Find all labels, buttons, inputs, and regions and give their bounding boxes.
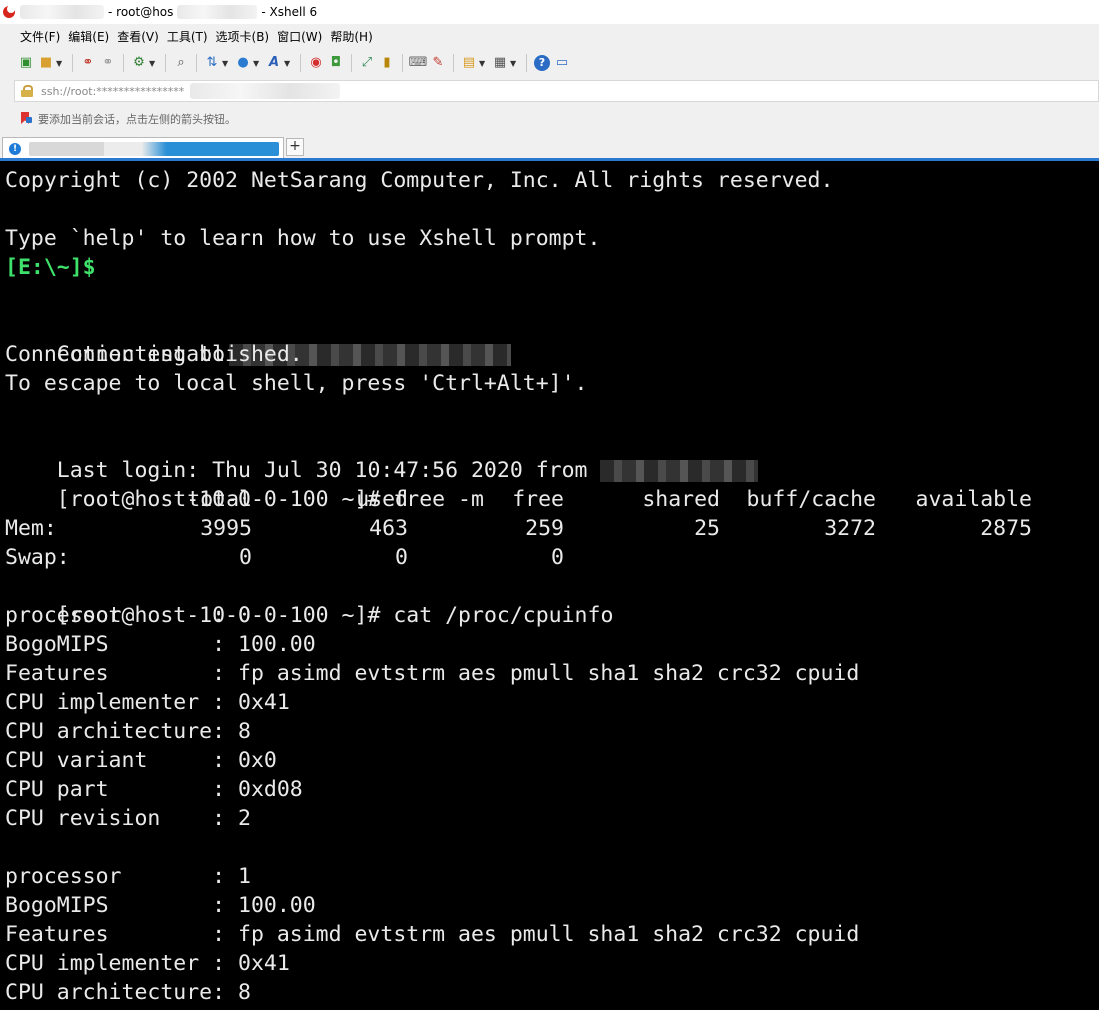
table-row: Swap: 0 0 0 xyxy=(5,543,1095,572)
tab-bar: ! + xyxy=(0,134,1099,159)
transfer-icon[interactable]: ⇅ xyxy=(204,55,220,71)
local-shell-prompt: [E:\~]$ xyxy=(5,255,96,280)
xshell-app-icon xyxy=(2,4,18,20)
cpuinfo-line: CPU revision : 2 xyxy=(5,806,251,831)
chevron-down-icon[interactable]: ▼ xyxy=(284,59,291,68)
menu-tab[interactable]: 选项卡(B) xyxy=(215,28,277,45)
help-icon[interactable]: ? xyxy=(534,55,550,71)
menu-file[interactable]: 文件(F) xyxy=(19,28,67,45)
redacted-region xyxy=(29,141,279,156)
session-hint-bar: 要添加当前会话，点击左侧的箭头按钮。 xyxy=(0,104,1099,134)
table-row: Mem: 3995 463 259 25 3272 2875 xyxy=(5,514,1095,543)
keyboard-icon[interactable]: ⌨ xyxy=(409,55,428,71)
xmanager-icon[interactable]: ◘ xyxy=(328,55,344,71)
toolbar-separator xyxy=(123,54,124,72)
menu-window[interactable]: 窗口(W) xyxy=(276,28,329,45)
toolbar: ▣ ■ ▼ ⚭ ⚭ ⚙ ▼ ⌕ ⇅ ▼ ● ▼ A ▼ ◉ ◘ ⤢ ▮ ⌨ ✎ … xyxy=(0,48,1099,78)
menu-bar: 文件(F) 编辑(E) 查看(V) 工具(T) 选项卡(B) 窗口(W) 帮助(… xyxy=(0,24,1099,48)
fullscreen-icon[interactable]: ⤢ xyxy=(359,55,375,71)
chevron-down-icon[interactable]: ▼ xyxy=(479,59,486,68)
cpuinfo-line: BogoMIPS : 100.00 xyxy=(5,632,316,657)
menu-help[interactable]: 帮助(H) xyxy=(329,28,379,45)
toolbar-separator xyxy=(72,54,73,72)
terminal-line: [root@host-10-0-0-100 ~]# cat /proc/cpui… xyxy=(5,572,614,628)
chevron-down-icon[interactable]: ▼ xyxy=(253,59,260,68)
compose-icon[interactable]: ▤ xyxy=(461,55,477,71)
redacted-region xyxy=(190,83,341,99)
add-session-arrow-icon[interactable] xyxy=(20,112,32,126)
cpuinfo-line: processor : 1 xyxy=(5,864,251,889)
cpuinfo-line: BogoMIPS : 100.00 xyxy=(5,893,316,918)
chevron-down-icon[interactable]: ▼ xyxy=(149,59,156,68)
terminal-line: [root@host-10-0-0-100 ~]# free -m xyxy=(5,456,484,512)
cpuinfo-line: CPU implementer : 0x41 xyxy=(5,690,290,715)
font-icon[interactable]: A xyxy=(266,55,282,71)
toolbar-separator xyxy=(165,54,166,72)
tab-status-icon: ! xyxy=(9,142,21,155)
cpuinfo-line: CPU architecture: 8 xyxy=(5,719,251,744)
chevron-down-icon[interactable]: ▼ xyxy=(56,59,63,68)
terminal-line: Last login: Thu Jul 30 10:47:56 2020 fro… xyxy=(5,427,758,483)
table-cell: 2875 xyxy=(980,516,1032,541)
chevron-down-icon[interactable]: ▼ xyxy=(510,59,517,68)
toolbar-separator xyxy=(196,54,197,72)
new-session-icon[interactable]: ▣ xyxy=(18,55,34,71)
window-title-session: - root@hos xyxy=(108,5,174,19)
address-input[interactable]: ssh://root:**************** xyxy=(14,80,1099,102)
command-text: cat /proc/cpuinfo xyxy=(380,603,614,628)
table-cell: 0 xyxy=(551,545,564,570)
lock-icon[interactable]: ▮ xyxy=(379,55,395,71)
cpuinfo-line: CPU architecture: 8 xyxy=(5,980,251,1005)
redacted-region xyxy=(20,5,104,19)
window-title-app: - Xshell 6 xyxy=(261,5,318,19)
address-value: ssh://root:**************** xyxy=(41,84,185,98)
layout-icon[interactable]: ▦ xyxy=(492,55,508,71)
globe-icon[interactable]: ● xyxy=(235,55,251,71)
chat-icon[interactable]: ▭ xyxy=(554,55,570,71)
open-folder-icon[interactable]: ■ xyxy=(38,55,54,71)
free-table-header: total used free shared buff/cache availa… xyxy=(5,485,1095,514)
tab-session-active[interactable]: ! xyxy=(2,137,284,159)
cpuinfo-line: CPU part : 0xd08 xyxy=(5,777,303,802)
terminal-line: Type `help' to learn how to use Xshell p… xyxy=(5,226,601,251)
toolbar-separator xyxy=(453,54,454,72)
toolbar-separator xyxy=(351,54,352,72)
lock-icon xyxy=(21,85,33,97)
terminal-line: To escape to local shell, press 'Ctrl+Al… xyxy=(5,371,588,396)
highlight-icon[interactable]: ✎ xyxy=(430,55,446,71)
cpuinfo-line: CPU variant : 0x0 xyxy=(5,748,277,773)
find-icon[interactable]: ⌕ xyxy=(173,55,189,71)
redacted-region xyxy=(599,460,758,482)
menu-view[interactable]: 查看(V) xyxy=(116,28,166,45)
disconnect-icon[interactable]: ⚭ xyxy=(100,55,116,71)
new-tab-button[interactable]: + xyxy=(286,138,304,156)
cpuinfo-line: CPU implementer : 0x41 xyxy=(5,951,290,976)
terminal-line: Connecting to xyxy=(5,311,512,367)
toolbar-separator xyxy=(526,54,527,72)
address-bar: ssh://root:**************** xyxy=(0,78,1099,104)
cpuinfo-line: Features : fp asimd evtstrm aes pmull sh… xyxy=(5,922,860,947)
cpuinfo-line: Features : fp asimd evtstrm aes pmull sh… xyxy=(5,661,860,686)
terminal-line: Copyright (c) 2002 NetSarang Computer, I… xyxy=(5,168,834,193)
menu-edit[interactable]: 编辑(E) xyxy=(67,28,116,45)
redacted-region xyxy=(177,5,258,19)
cpuinfo-line: processor : 0 xyxy=(5,603,251,628)
properties-icon[interactable]: ⚙ xyxy=(131,55,147,71)
toolbar-separator xyxy=(402,54,403,72)
column-header: available xyxy=(915,487,1033,512)
xftp-icon[interactable]: ◉ xyxy=(308,55,324,71)
session-hint-text: 要添加当前会话，点击左侧的箭头按钮。 xyxy=(38,113,236,126)
terminal-line: Connection established. xyxy=(5,342,303,367)
reconnect-icon[interactable]: ⚭ xyxy=(80,55,96,71)
terminal-output[interactable]: Copyright (c) 2002 NetSarang Computer, I… xyxy=(0,161,1099,1010)
title-bar: - root@hos - Xshell 6 xyxy=(0,0,1099,24)
menu-tools[interactable]: 工具(T) xyxy=(166,28,215,45)
toolbar-separator xyxy=(300,54,301,72)
chevron-down-icon[interactable]: ▼ xyxy=(222,59,229,68)
